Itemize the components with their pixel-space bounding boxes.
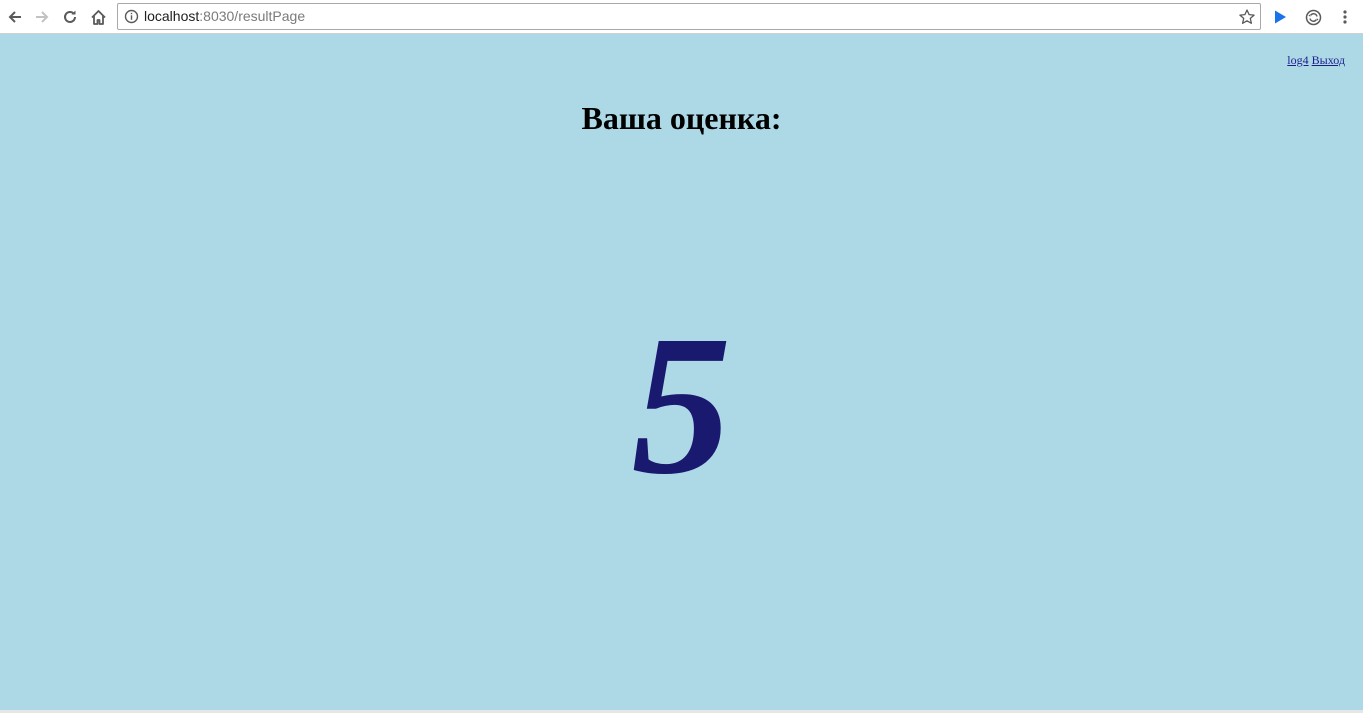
arrow-right-icon [34,9,50,25]
extension-play-button[interactable] [1268,5,1292,29]
play-icon [1272,9,1288,25]
url-host: localhost [144,8,200,24]
arrow-left-icon [7,9,23,25]
url-text: localhost:8030/resultPage [144,8,305,25]
reload-button[interactable] [58,5,82,29]
url-path: :8030/resultPage [199,8,306,24]
sync-icon [1305,9,1322,26]
info-icon[interactable] [124,9,139,24]
page-title: Ваша оценка: [581,100,782,136]
browser-toolbar: localhost:8030/resultPage [0,0,1363,34]
forward-button[interactable] [30,5,54,29]
result-page: log4 Выход Ваша оценка: 5 [0,34,1363,710]
star-icon[interactable] [1238,8,1256,26]
logout-link[interactable]: Выход [1312,53,1345,67]
user-link[interactable]: log4 [1287,53,1308,67]
grade-value: 5 [631,295,732,516]
home-button[interactable] [86,5,110,29]
user-nav: log4 Выход [1287,53,1345,68]
browser-menu-button[interactable] [1333,5,1357,29]
home-icon [90,9,107,26]
reload-icon [62,9,78,25]
vertical-dots-icon [1342,9,1348,25]
extension-sync-button[interactable] [1301,5,1325,29]
address-bar[interactable]: localhost:8030/resultPage [117,3,1261,30]
back-button[interactable] [3,5,27,29]
